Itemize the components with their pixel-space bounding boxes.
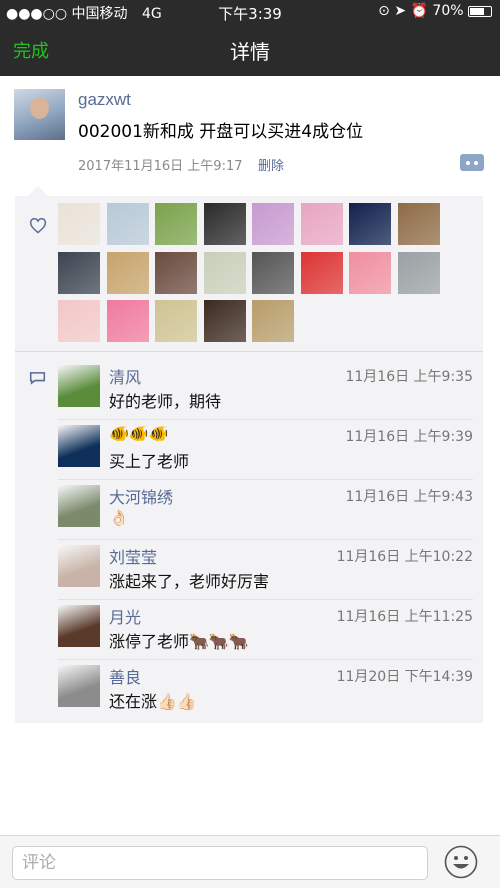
battery-area: ⊙ ➤ ⏰ 70% [378, 3, 492, 19]
commenter-name[interactable]: 大河锦绣 [109, 484, 173, 508]
status-bar: ●●●○○ 中国移动 4G 下午3:39 ⊙ ➤ ⏰ 70% [0, 0, 500, 24]
likes-divider [15, 351, 483, 352]
nav-bar: 完成 详情 [0, 24, 500, 76]
commenter-name[interactable]: 刘莹莹 [109, 544, 157, 568]
comment-text: 好的老师，期待 [109, 392, 222, 411]
panel-pointer [28, 186, 48, 196]
commenter-name[interactable]: 月光 [109, 604, 141, 628]
comment-text: 涨起来了，老师好厉害 [109, 572, 270, 591]
delete-button[interactable]: 删除 [258, 155, 284, 174]
commenter-name[interactable]: 善良 [109, 664, 141, 688]
post-timestamp: 2017年11月16日 上午9:17 [78, 159, 243, 174]
post-author-avatar[interactable] [14, 89, 65, 140]
comment-text: 还在涨👍🏻👍🏻 [109, 692, 197, 711]
liker-avatar[interactable] [58, 251, 100, 294]
commenter-name[interactable]: 清风 [109, 364, 141, 388]
comment-text: 👌🏻 [109, 508, 129, 527]
location-icon: ➤ [394, 3, 407, 19]
liker-avatar[interactable] [397, 251, 440, 294]
alarm-icon: ⏰ [410, 3, 428, 19]
liker-avatar[interactable] [252, 203, 294, 245]
commenter-avatar[interactable] [58, 545, 100, 587]
comment-item[interactable]: 大河锦绣 11月16日 上午9:43 👌🏻 [58, 480, 478, 540]
liker-avatar[interactable] [106, 300, 149, 342]
liker-avatar[interactable] [155, 203, 197, 245]
comment-timestamp: 11月16日 上午10:22 [336, 549, 473, 565]
liker-avatar[interactable] [397, 203, 440, 245]
commenter-name[interactable]: 🐠🐠🐠 [109, 424, 169, 443]
comment-item[interactable]: 善良 11月20日 下午14:39 还在涨👍🏻👍🏻 [58, 660, 478, 720]
more-actions-icon[interactable] [460, 154, 484, 171]
liker-avatar[interactable] [203, 251, 246, 294]
commenter-avatar[interactable] [58, 605, 100, 647]
commenter-avatar[interactable] [58, 425, 100, 467]
comment-text: 买上了老师 [109, 452, 190, 471]
post-author-name[interactable]: gazxwt [78, 90, 131, 110]
comment-timestamp: 11月16日 上午9:43 [345, 489, 473, 505]
page-title: 详情 [230, 40, 270, 64]
battery-percent: 70% [432, 3, 464, 19]
comment-item[interactable]: 月光 11月16日 上午11:25 涨停了老师🐂🐂🐂 [58, 600, 478, 660]
comment-item[interactable]: 清风 11月16日 上午9:35 好的老师，期待 [58, 360, 478, 420]
lock-rotation-icon: ⊙ [378, 3, 390, 19]
commenter-avatar[interactable] [58, 365, 100, 407]
comment-item[interactable]: 🐠🐠🐠 11月16日 上午9:39 买上了老师 [58, 420, 478, 480]
liker-avatar[interactable] [58, 203, 100, 245]
liker-avatar[interactable] [155, 300, 197, 342]
comment-timestamp: 11月16日 上午9:39 [345, 429, 473, 445]
commenter-avatar[interactable] [58, 665, 100, 707]
heart-icon [29, 218, 47, 234]
comment-item[interactable]: 刘莹莹 11月16日 上午10:22 涨起来了，老师好厉害 [58, 540, 478, 600]
liker-avatar[interactable] [58, 300, 100, 342]
comment-text: 涨停了老师🐂🐂🐂 [109, 632, 249, 651]
liker-avatar[interactable] [252, 300, 294, 342]
liker-avatar[interactable] [106, 203, 149, 245]
liker-avatar[interactable] [300, 203, 343, 245]
comment-icon [29, 372, 46, 385]
comment-timestamp: 11月16日 上午9:35 [345, 369, 473, 385]
commenter-avatar[interactable] [58, 485, 100, 527]
liker-avatar[interactable] [252, 251, 294, 294]
post-text: 002001新和成 开盘可以买进4成仓位 [78, 122, 364, 142]
comment-input-bar [0, 835, 500, 888]
liker-avatar[interactable] [349, 251, 391, 294]
comment-input[interactable] [12, 846, 428, 880]
battery-icon [468, 5, 492, 17]
liker-avatar[interactable] [106, 251, 149, 294]
liker-avatar[interactable] [349, 203, 391, 245]
liker-avatar[interactable] [300, 251, 343, 294]
liker-avatar[interactable] [203, 300, 246, 342]
liker-avatar[interactable] [155, 251, 197, 294]
emoji-icon[interactable] [444, 845, 478, 879]
comment-timestamp: 11月20日 下午14:39 [336, 669, 473, 685]
comment-timestamp: 11月16日 上午11:25 [336, 609, 473, 625]
liker-avatar[interactable] [203, 203, 246, 245]
